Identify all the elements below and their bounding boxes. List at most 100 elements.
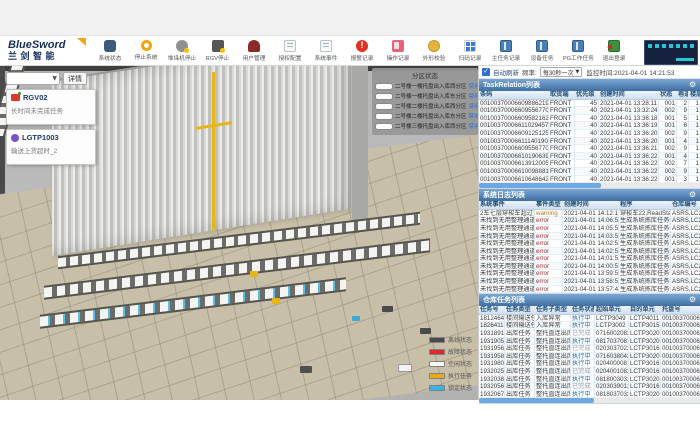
column-header[interactable]: 事件类型 [535,201,563,209]
zone-toggle[interactable] [375,103,393,110]
zone-toggle[interactable] [375,123,393,130]
table-row[interactable]: 未找到无用整理通道error2021-04-01 13:58:50生成系统拣库任… [479,278,700,286]
column-header[interactable]: 仓库编号 [671,201,700,209]
table-row[interactable]: 1932056出库任务整托直连出库已完成0203039011LCTP301600… [479,383,700,391]
table-row[interactable]: 未找到无用整理通道error2021-04-01 13:59:51生成系统拣库任… [479,270,700,278]
table-row[interactable]: 00100370006611140190FRONT402021-04-01 13… [479,138,700,146]
column-header[interactable]: 任务子类型 [535,306,571,314]
horizontal-scrollbar[interactable] [479,183,700,188]
zone-toggle[interactable] [375,93,393,100]
table-row[interactable]: 00100370006609886219FRONT452021-04-01 13… [479,100,700,108]
panel-settings-icon[interactable]: ⚙ [689,296,696,304]
table-row[interactable]: 1812464楼间输送任务入库异常执行中LCTP3049LCTP40110010… [479,315,700,323]
column-header[interactable]: 程序 [619,201,671,209]
toolbar-shape-check[interactable]: 外形校验 [416,40,452,62]
zone-toggle[interactable] [375,83,393,90]
table-row[interactable]: 00100370006609556770FRONT402021-04-01 13… [479,145,700,153]
toolbar-user-management[interactable]: 用户管理 [236,40,272,62]
table-row[interactable]: 2车七层穿梭车超过读写时限warning2021-04-01 14:12:12穿… [479,210,700,218]
table-row[interactable]: 未找到无用整理通道error2021-04-01 14:01:54生成系统拣库任… [479,255,700,263]
table-cell: 执行中 [571,376,595,384]
table-row[interactable]: 未找到无用整理通道error2021-04-01 14:06:57生成系统拣库任… [479,217,700,225]
table-row[interactable]: 1931958出库任务整托直连出库执行中0716038042LCTP302000… [479,353,700,361]
horizontal-scrollbar[interactable] [479,398,700,403]
column-header[interactable]: 任务号 [479,306,505,314]
column-header[interactable]: 优先级 [575,91,599,99]
table-cell: 40 [575,153,599,161]
table-row[interactable]: 1931956出库任务整托直连出库已完成0203037022LCTP301600… [479,345,700,353]
toolbar-exit[interactable]: 退出登录 [596,40,632,62]
table-row[interactable]: 1931905出库任务整托直连出库执行中0817037081LCTP302000… [479,338,700,346]
table-cell: 2021-04-01 14:00:52 [563,263,619,271]
column-header[interactable]: 任务状态 [571,306,595,314]
warehouse-3d-viewport[interactable]: ▼ 详情 RGV02长时间未完成任务LGTP1003输送上货超时_2 分区状态 … [0,66,478,400]
zone-toggle[interactable] [375,113,393,120]
table-row[interactable]: 00100370006610648642FRONT402021-04-01 13… [479,176,700,184]
scrollbar-thumb[interactable] [479,398,594,403]
toolbar-main-task-records[interactable]: 主任务记录 [488,40,524,62]
toolbar-system-events[interactable]: 系统事件 [308,40,344,62]
column-header[interactable]: 起始单元 [595,306,629,314]
column-header[interactable]: 状态 [659,91,677,99]
column-header[interactable]: 创建时间 [599,91,659,99]
table-row[interactable]: 未找到无用整理通道error2021-04-01 14:00:52生成系统拣库任… [479,263,700,271]
frequency-select[interactable]: 每30秒一次▼ [540,67,583,77]
table-cell: 生成系统拣库任务错误 [619,225,671,233]
table-row[interactable]: 1932025出库任务整托直连出库已完成0204001082LCTP301600… [479,368,700,376]
table-row[interactable]: 1932067出库任务整托直连出库执行中0818037032LCTP302000… [479,391,700,399]
zone-disable-link[interactable]: 禁用 [469,122,478,130]
auto-refresh-checkbox[interactable] [482,68,490,76]
toolbar-device-task[interactable]: 设备任务 [524,40,560,62]
toolbar-pg-task[interactable]: PG工作任务 [560,40,596,62]
detail-button[interactable]: 详情 [63,72,87,85]
column-header[interactable]: 系统事件 [479,201,535,209]
table-row[interactable]: 00100370006610098881FRONT402021-04-01 13… [479,168,700,176]
panel-title-bar: TaskRelation列表⚙ [479,79,700,91]
toolbar-stacker-stop[interactable]: 堆垛机停止 [164,40,200,62]
zone-disable-link[interactable]: 禁用 [469,112,478,120]
zone-disable-link[interactable]: 禁用 [469,102,478,110]
column-header[interactable]: 托盘号 [661,306,700,314]
column-header[interactable]: 任务类型 [505,306,535,314]
column-header[interactable]: 取货端 [549,91,575,99]
alert-card-lgtp1003[interactable]: LGTP1003输送上货超时_2 [6,129,96,165]
column-header[interactable]: 楼层 [689,91,700,99]
table-row[interactable]: 00100370006611029457FRONT402021-04-01 13… [479,122,700,130]
alert-card-rgv02[interactable]: RGV02长时间未完成任务 [6,89,96,125]
table-row[interactable]: 未找到无用整理通道error2021-04-01 14:02:56生成系统拣库任… [479,240,700,248]
table-row[interactable]: 未找到无用整理通道error2021-04-01 14:02:55生成系统拣库任… [479,248,700,256]
toolbar-rgv-stop[interactable]: RGV停止 [200,40,236,62]
table-cell: LCTP3020 [629,376,661,384]
table-row[interactable]: 00100370006609556770FRONT402021-04-01 13… [479,107,700,115]
table-row[interactable]: 00100370006610190639FRONT402021-04-01 13… [479,153,700,161]
table-row[interactable]: 1932038出库任务整托直连出库执行中0818003032LCTP302000… [479,376,700,384]
table-row[interactable]: 未找到无用整理通道error2021-04-01 14:03:56生成系统拣库任… [479,233,700,241]
refresh-control-row: 自动刷新 频率: 每30秒一次▼ 监控时间:2021-04-01 14:21:5… [479,66,700,79]
table-row[interactable]: 1826411楼间输送任务入库异常执行中LCTP3002LCTP30150010… [479,322,700,330]
toolbar-system-status[interactable]: 系统状态 [92,40,128,62]
panel-settings-icon[interactable]: ⚙ [689,191,696,199]
toolbar-scan-records[interactable]: 扫码记录 [452,40,488,62]
mini-monitor-window[interactable] [644,40,698,65]
table-row[interactable]: 00100370006609125125FRONT402021-04-01 13… [479,130,700,138]
zone-disable-link[interactable]: 禁用 [469,92,478,100]
table-row[interactable]: 1931891出库任务整托直连出库已完成0716002082LCTP302000… [479,330,700,338]
table-row[interactable]: 1931980出库任务整托直连出库执行中0204000081LCTP301600… [479,360,700,368]
table-row[interactable]: 未找到无用整理通道error2021-04-01 13:57:49生成系统拣库任… [479,286,700,294]
panel-settings-icon[interactable]: ⚙ [689,81,696,89]
column-header[interactable]: 条码 [479,91,549,99]
table-row[interactable]: 00100370006609582162FRONT402021-04-01 13… [479,115,700,123]
zone-disable-link[interactable]: 禁用 [469,82,478,90]
toolbar-alarm-records[interactable]: 报警记录 [344,40,380,62]
toolbar-operation-records[interactable]: 操作记录 [380,40,416,62]
toolbar-stop-system[interactable]: 停止系统 [128,40,164,61]
column-header[interactable]: 目的单元 [629,306,661,314]
column-header[interactable]: 创建时间 [563,201,619,209]
scrollbar-thumb[interactable] [479,183,601,188]
table-row[interactable]: 00100370006613912005FRONT402021-04-01 13… [479,160,700,168]
toolbar-config[interactable]: 授权配置 [272,40,308,62]
device-filter-select[interactable]: ▼ [6,72,60,85]
table-cell: error [535,255,563,263]
table-row[interactable]: 未找到无用整理通道error2021-04-01 14:05:56生成系统拣库任… [479,225,700,233]
column-header[interactable]: 巷道 [677,91,689,99]
